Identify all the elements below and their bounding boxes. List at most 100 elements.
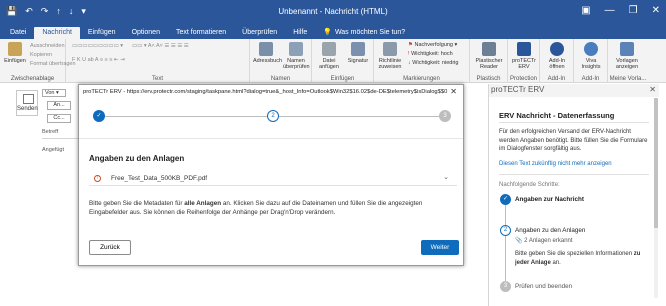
group-names: Adressbuch Namen überprüfen Namen xyxy=(250,39,312,83)
viva-icon xyxy=(584,42,598,56)
warning-icon: ! xyxy=(94,175,101,182)
hide-text-link[interactable]: Diesen Text zukünftig nicht mehr anzeige… xyxy=(499,161,612,167)
format-buttons[interactable]: F K U ab A ≡ ≡ ≡ ⇤ ⇥ xyxy=(72,57,125,63)
dialog-divider xyxy=(79,138,463,139)
protectr-icon xyxy=(517,42,531,56)
group-names-label: Namen xyxy=(270,76,291,82)
ribbon: Einfügen Ausschneiden Kopieren Format üb… xyxy=(0,39,666,83)
group-addin-open-label: Add-In xyxy=(547,76,566,82)
show-templates-button[interactable]: Vorlagen anzeigen xyxy=(614,42,640,70)
restore-icon[interactable]: ❐ xyxy=(629,5,638,16)
window-title: Unbenannt - Nachricht (HTML) xyxy=(278,7,388,16)
check-names-button[interactable]: Namen überprüfen xyxy=(283,42,310,70)
next-steps-label: Nachfolgende Schritte: xyxy=(499,182,560,188)
flag-icon: ⚑ xyxy=(408,42,413,48)
followup-button[interactable]: ⚑ Nachverfolgung ▾ xyxy=(408,42,457,48)
reader-icon xyxy=(482,42,496,56)
group-text-label: Text xyxy=(151,76,163,82)
group-clipboard-label: Zwischenablage xyxy=(10,76,55,82)
importance-low-button[interactable]: ↓ Wichtigkeit: niedrig xyxy=(408,60,458,66)
dialog-heading: Angaben zu den Anlagen xyxy=(89,154,185,163)
group-clipboard: Einfügen Ausschneiden Kopieren Format üb… xyxy=(0,39,76,83)
ribbon-tabs: Datei Nachricht Einfügen Optionen Text f… xyxy=(0,24,666,39)
font-name-dropdown[interactable]: ▭▭▭▭▭▭▭▭▭ ▾ xyxy=(72,43,123,49)
immersive-reader-button[interactable]: Plastischer Reader xyxy=(475,42,503,70)
paperclip-icon xyxy=(322,42,336,56)
tab-file[interactable]: Datei xyxy=(2,27,35,39)
tab-review[interactable]: Überprüfen xyxy=(234,27,285,39)
pane-divider-2 xyxy=(499,174,649,175)
assign-policy-button[interactable]: Richtlinie zuweisen xyxy=(377,42,403,70)
protectr-dialog: proTECTr ERV - https://erv.protectr.com/… xyxy=(78,84,464,266)
close-window-icon[interactable]: ✕ xyxy=(652,5,660,16)
minimize-icon[interactable]: — xyxy=(605,5,615,16)
ribbon-display-icon[interactable]: ▣ xyxy=(581,5,590,16)
group-templates-label: Meine Vorla... xyxy=(609,76,647,82)
lightbulb-icon: 💡 xyxy=(323,29,332,36)
scrollbar-thumb[interactable] xyxy=(654,98,658,228)
task-pane: proTECTr ERV ✕ ERV Nachricht - Datenerfa… xyxy=(488,84,659,306)
addressbook-button[interactable]: Adressbuch xyxy=(253,42,282,64)
arrow-down-icon: ↓ xyxy=(408,60,411,66)
addressbook-icon xyxy=(259,42,273,56)
group-protection: proTECTr ERV Protection xyxy=(508,39,540,83)
dialog-close-icon[interactable]: ✕ xyxy=(450,87,457,96)
protectr-erv-button[interactable]: proTECTr ERV xyxy=(511,42,537,70)
dialog-title: proTECTr ERV - https://erv.protectr.com/… xyxy=(83,89,448,95)
send-button[interactable]: Senden xyxy=(16,90,38,116)
next-button[interactable]: Weiter xyxy=(421,240,459,255)
window-controls: ▣ — ❐ ✕ xyxy=(581,5,660,16)
group-tags: Richtlinie zuweisen ⚑ Nachverfolgung ▾ !… xyxy=(374,39,470,83)
timeline-line xyxy=(505,199,506,285)
group-addin-open: Add-In öffnen Add-In xyxy=(540,39,574,83)
paste-button[interactable]: Einfügen xyxy=(2,42,28,64)
attached-label: Angefügt xyxy=(42,147,65,153)
copy-button[interactable]: Kopieren xyxy=(30,52,52,58)
tab-options[interactable]: Optionen xyxy=(124,27,168,39)
cloud-icon xyxy=(550,42,564,56)
cut-button[interactable]: Ausschneiden xyxy=(30,43,65,49)
chevron-down-icon[interactable]: ⌄ xyxy=(443,173,449,181)
font-size-dropdown[interactable]: ▭▭ ▾ A˄ A˅ ☰ ☰ ☰ ☰ xyxy=(132,43,189,49)
viva-insights-button[interactable]: Viva Insights xyxy=(578,42,604,70)
tab-insert[interactable]: Einfügen xyxy=(80,27,124,39)
policy-icon xyxy=(383,42,397,56)
attachments-found: 📎 2 Anlagen erkannt xyxy=(515,238,573,244)
attach-file-button[interactable]: Datei anfügen xyxy=(316,42,342,70)
timeline-step-3-indicator: 3 xyxy=(500,281,511,292)
pane-divider xyxy=(499,122,649,123)
progress-line-1 xyxy=(105,116,267,117)
group-protection-label: Protection xyxy=(509,76,537,82)
signature-icon xyxy=(351,42,365,56)
step-1-check-icon: ✓ xyxy=(93,110,105,122)
tell-me-box[interactable]: 💡 Was möchten Sie tun? xyxy=(315,26,413,39)
group-viva-label: Add-In xyxy=(581,76,600,82)
progress-line-2 xyxy=(279,116,439,117)
back-button[interactable]: Zurück xyxy=(89,240,131,255)
tab-format-text[interactable]: Text formatieren xyxy=(168,27,234,39)
importance-high-button[interactable]: ! Wichtigkeit: hoch xyxy=(408,51,453,57)
group-templates: Vorlagen anzeigen Meine Vorla... xyxy=(608,39,648,83)
timeline-step-2-label: Angaben zu den Anlagen xyxy=(515,227,586,234)
task-pane-close-icon[interactable]: ✕ xyxy=(649,85,656,94)
to-button[interactable]: An... xyxy=(47,101,71,110)
attachment-row[interactable]: ! Free_Test_Data_500KB_PDF.pdf ⌄ xyxy=(89,172,457,186)
signature-button[interactable]: Signatur xyxy=(345,42,371,64)
subject-field[interactable] xyxy=(42,138,78,139)
group-tags-label: Markierungen xyxy=(403,76,440,82)
dialog-description: Bitte geben Sie die Metadaten für alle A… xyxy=(89,200,423,216)
group-text: ▭▭▭▭▭▭▭▭▭ ▾ ▭▭ ▾ A˄ A˅ ☰ ☰ ☰ ☰ F K U ab … xyxy=(66,39,250,83)
open-addin-button[interactable]: Add-In öffnen xyxy=(544,42,570,70)
cc-button[interactable]: Cc... xyxy=(47,114,71,123)
timeline-step-1-check-icon: ✓ xyxy=(500,194,511,205)
task-pane-header: proTECTr ERV ✕ xyxy=(489,84,659,97)
step-2-indicator: 2 xyxy=(267,110,279,122)
task-pane-scrollbar[interactable] xyxy=(654,98,658,298)
pane-intro-text: Für den erfolgreichen Versand der ERV-Na… xyxy=(499,129,648,152)
from-button[interactable]: Von ▾ xyxy=(42,89,66,97)
timeline-step-3-label: Prüfen und beenden xyxy=(515,283,573,290)
tab-help[interactable]: Hilfe xyxy=(285,27,315,39)
group-include-label: Einfügen xyxy=(330,76,355,82)
tab-message[interactable]: Nachricht xyxy=(34,27,80,39)
tell-me-text: Was möchten Sie tun? xyxy=(334,28,406,36)
